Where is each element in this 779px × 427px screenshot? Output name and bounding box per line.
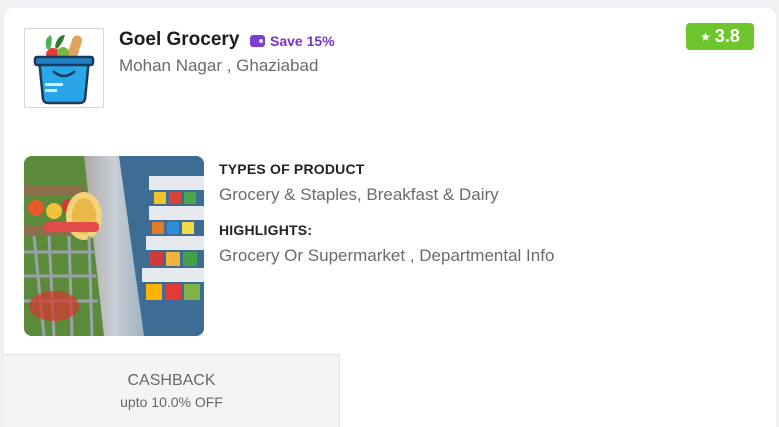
cashback-title: CASHBACK: [127, 372, 216, 389]
rating-value: 3.8: [714, 26, 740, 46]
supermarket-aisle-photo: [24, 156, 204, 336]
cashback-subtitle: upto 10.0% OFF: [120, 394, 223, 410]
grocery-bag-icon: [33, 35, 95, 105]
save-label: Save 15%: [270, 33, 335, 49]
store-location: Mohan Nagar , Ghaziabad: [119, 56, 319, 75]
save-badge: Save 15%: [250, 33, 335, 49]
product-types-value: Grocery & Staples, Breakfast & Dairy: [219, 185, 499, 204]
wallet-icon: [250, 35, 265, 47]
star-icon: ★: [700, 29, 711, 44]
highlights-value: Grocery Or Supermarket , Departmental In…: [219, 246, 555, 265]
store-name[interactable]: Goel Grocery: [119, 29, 239, 51]
store-photo[interactable]: [24, 156, 204, 336]
highlights-heading: HIGHLIGHTS:: [219, 222, 313, 238]
store-logo: [24, 28, 104, 108]
cashback-button[interactable]: CASHBACK upto 10.0% OFF: [4, 354, 340, 427]
store-card[interactable]: Goel Grocery Save 15% Mohan Nagar , Ghaz…: [4, 8, 776, 427]
product-types-heading: TYPES OF PRODUCT: [219, 161, 365, 177]
rating-badge: ★ 3.8: [686, 23, 754, 50]
product-types-section: TYPES OF PRODUCT Grocery & Staples, Brea…: [219, 161, 499, 205]
highlights-section: HIGHLIGHTS: Grocery Or Supermarket , Dep…: [219, 222, 554, 266]
